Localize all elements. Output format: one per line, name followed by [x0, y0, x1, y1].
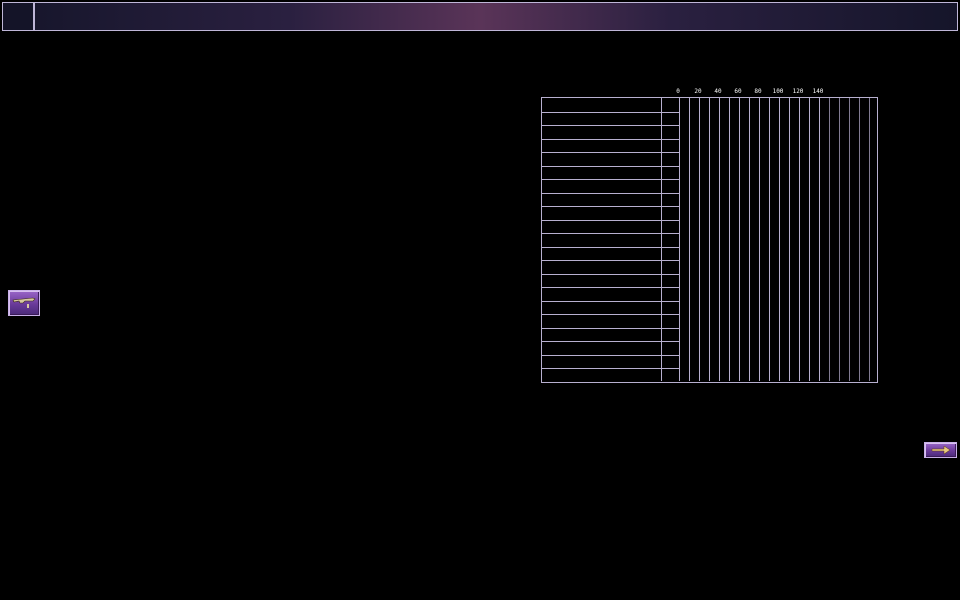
scale-label-80: 80: [754, 88, 762, 95]
stats-scale-labels: 0 20 40 60 80 100 120 140: [670, 88, 840, 97]
stats-grid: [541, 97, 878, 383]
screen: 0 20 40 60 80 100 120 140: [0, 0, 960, 600]
scale-label-140: 140: [812, 88, 824, 95]
title-bar-corner-box: [3, 3, 35, 30]
scale-label-40: 40: [714, 88, 722, 95]
scale-label-100: 100: [772, 88, 784, 95]
weapon-button[interactable]: [8, 290, 40, 316]
arrow-right-icon: [931, 445, 951, 455]
scale-label-60: 60: [734, 88, 742, 95]
scale-label-0: 0: [676, 88, 680, 95]
next-button[interactable]: [924, 442, 957, 458]
stats-grid-lines: [542, 98, 870, 381]
scale-label-120: 120: [792, 88, 804, 95]
scale-label-20: 20: [694, 88, 702, 95]
rifle-icon: [12, 297, 36, 308]
title-bar: [2, 2, 958, 31]
